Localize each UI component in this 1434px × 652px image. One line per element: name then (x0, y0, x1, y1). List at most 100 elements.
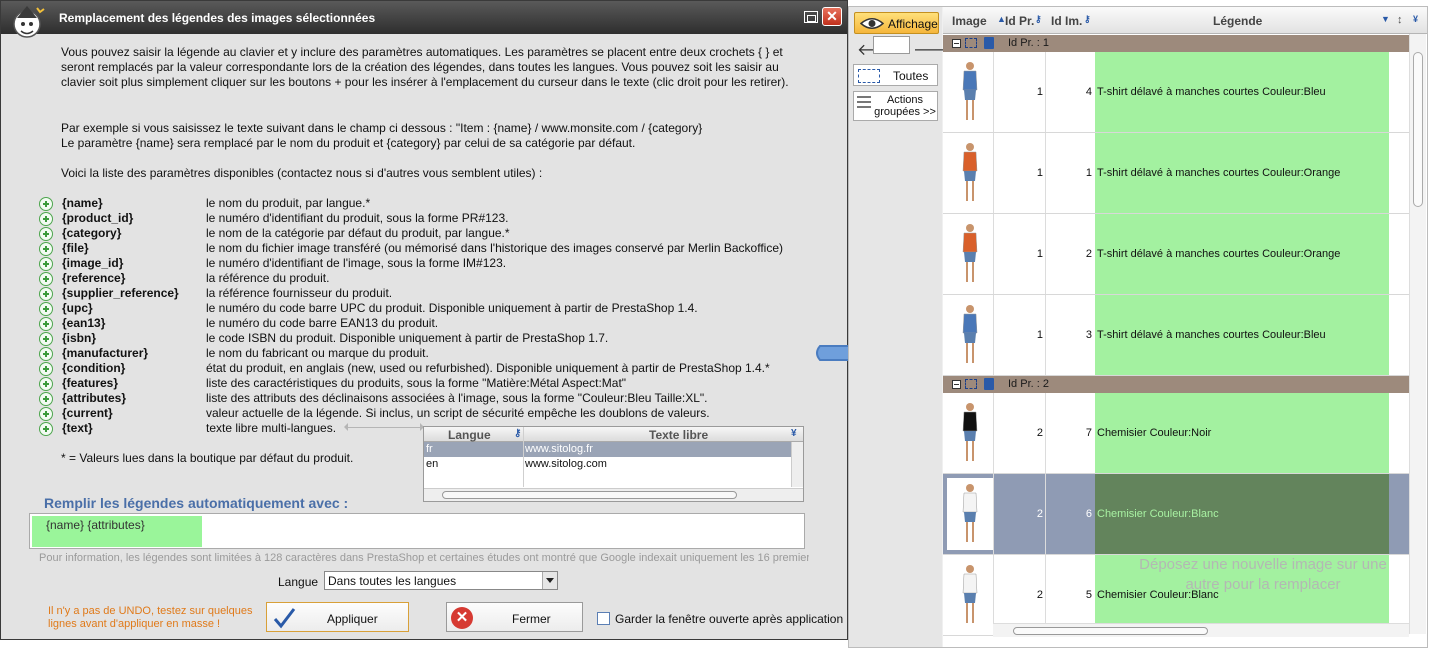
product-thumbnail[interactable] (947, 56, 993, 128)
lang-text[interactable]: www.sitolog.com (525, 458, 607, 470)
page-input[interactable] (873, 36, 910, 54)
col-header-language[interactable]: Langue (448, 428, 491, 442)
lang-row[interactable]: fr www.sitolog.fr (424, 442, 791, 457)
image-row[interactable]: 1 3 T-shirt délavé à manches courtes Coule… (943, 295, 1409, 376)
language-select[interactable]: Dans toutes les langues (324, 571, 558, 590)
scroll-thumb[interactable] (1013, 627, 1208, 635)
cell-legend[interactable]: T-shirt délavé à manches courtes Couleur… (1095, 214, 1389, 294)
add-param-icon[interactable] (39, 377, 53, 391)
cell-id-product[interactable]: 1 (993, 52, 1045, 132)
group-header-row[interactable]: Id Pr. : 2 (943, 376, 1409, 393)
col-header-id-pr[interactable]: Id Pr. (1005, 14, 1034, 28)
chevron-down-icon[interactable] (542, 572, 557, 589)
add-param-icon[interactable] (39, 392, 53, 406)
collapse-icon[interactable] (952, 380, 961, 389)
add-param-icon[interactable] (39, 227, 53, 241)
param-description: la référence fournisseur du produit. (206, 286, 393, 300)
add-param-icon[interactable] (39, 212, 53, 226)
lang-row[interactable]: en www.sitolog.com (424, 457, 791, 472)
lang-grid-horizontal-scrollbar[interactable] (424, 488, 803, 501)
add-param-icon[interactable] (39, 257, 53, 271)
add-param-icon[interactable] (39, 197, 53, 211)
param-row: {condition} état du produit, en anglais (… (39, 361, 829, 376)
add-param-icon[interactable] (39, 332, 53, 346)
cell-legend[interactable]: T-shirt délavé à manches courtes Couleur… (1095, 52, 1389, 132)
add-param-icon[interactable] (39, 362, 53, 376)
add-param-icon[interactable] (39, 272, 53, 286)
selection-icon[interactable] (965, 379, 977, 389)
keep-open-label[interactable]: Garder la fenêtre ouverte après applicat… (615, 612, 843, 626)
cell-id-product[interactable]: 1 (993, 214, 1045, 294)
add-param-icon[interactable] (39, 407, 53, 421)
trash-icon[interactable] (984, 378, 994, 390)
image-row[interactable]: 1 4 T-shirt délavé à manches courtes Coule… (943, 52, 1409, 133)
sort-toggle-icon[interactable]: ↕ (1397, 14, 1403, 26)
col-header-image[interactable]: Image (952, 14, 987, 28)
free-text-language-grid[interactable]: Langue ⚷ Texte libre ¥ fr www.sitolog.fr… (423, 426, 804, 502)
select-all-button[interactable]: Toutes (853, 64, 938, 86)
cell-id-image[interactable]: 7 (1045, 393, 1095, 473)
grid-header: Image ▲ Id Pr. ⚷ Id Im. ⚷ Légende ▼ ↕ ¥ (943, 7, 1427, 34)
product-thumbnail[interactable] (947, 397, 993, 469)
cell-id-product[interactable]: 1 (993, 133, 1045, 213)
cell-id-product[interactable]: 2 (993, 393, 1045, 473)
cell-id-image[interactable]: 1 (1045, 133, 1095, 213)
bulk-actions-button[interactable]: Actions groupées >> (853, 91, 938, 121)
image-row[interactable]: 1 1 T-shirt délavé à manches courtes Coule… (943, 133, 1409, 214)
display-button[interactable]: Affichage (854, 12, 939, 34)
add-param-icon[interactable] (39, 317, 53, 331)
add-param-icon[interactable] (39, 242, 53, 256)
col-header-free-text[interactable]: Texte libre (649, 428, 708, 442)
close-button[interactable]: ✕ Fermer (446, 602, 583, 632)
product-thumbnail[interactable] (947, 559, 993, 631)
col-header-id-im[interactable]: Id Im. (1051, 14, 1082, 28)
restore-window-button[interactable] (804, 11, 818, 23)
scroll-thumb[interactable] (1413, 52, 1423, 207)
product-thumbnail[interactable] (947, 137, 993, 209)
add-param-icon[interactable] (39, 347, 53, 361)
product-thumbnail[interactable] (947, 478, 993, 550)
grid-horizontal-scrollbar[interactable] (993, 623, 1409, 637)
lang-text[interactable]: www.sitolog.fr (525, 443, 593, 455)
undo-warning: Il n'y a pas de UNDO, testez sur quelque… (48, 605, 253, 630)
cell-id-product[interactable]: 2 (993, 474, 1045, 554)
add-param-icon[interactable] (39, 287, 53, 301)
cell-id-image[interactable]: 3 (1045, 295, 1095, 375)
trash-icon[interactable] (984, 37, 994, 49)
cell-id-image[interactable]: 6 (1045, 474, 1095, 554)
param-name: {product_id} (62, 211, 134, 225)
cell-id-product[interactable]: 1 (993, 295, 1045, 375)
add-param-icon[interactable] (39, 422, 53, 436)
info-text: Pour information, les légendes sont limi… (39, 552, 809, 564)
keep-open-checkbox[interactable] (597, 612, 610, 625)
product-thumbnail[interactable] (947, 299, 993, 371)
product-thumbnail[interactable] (947, 218, 993, 290)
dialog-titlebar[interactable]: Remplacement des légendes des images sél… (1, 1, 847, 38)
collapse-icon[interactable] (952, 39, 961, 48)
image-grid[interactable]: Image ▲ Id Pr. ⚷ Id Im. ⚷ Légende ▼ ↕ ¥ … (943, 7, 1427, 647)
image-row[interactable]: 2 6 Chemisier Couleur:Blanc (943, 474, 1409, 555)
cell-legend[interactable]: T-shirt délavé à manches courtes Couleur… (1095, 295, 1389, 375)
close-window-button[interactable]: ✕ (822, 7, 842, 26)
param-description: le nom du fabricant ou marque du produit… (206, 346, 429, 360)
chevron-down-icon[interactable]: ¥ (791, 428, 797, 439)
scroll-thumb[interactable] (442, 491, 737, 499)
filter-icon[interactable]: ▼ (1381, 14, 1390, 24)
lang-grid-vertical-scrollbar[interactable] (791, 442, 803, 487)
cell-id-image[interactable]: 4 (1045, 52, 1095, 132)
cell-id-image[interactable]: 2 (1045, 214, 1095, 294)
group-header-row[interactable]: Id Pr. : 1 (943, 35, 1409, 52)
cell-legend[interactable]: T-shirt délavé à manches courtes Couleur… (1095, 133, 1389, 213)
caption-template-input[interactable]: {name} {attributes} (29, 513, 805, 549)
grid-vertical-scrollbar[interactable] (1409, 34, 1426, 634)
cell-legend[interactable]: Chemisier Couleur:Blanc (1095, 474, 1389, 554)
resize-arrow-icon[interactable] (344, 423, 424, 431)
selection-icon[interactable] (965, 38, 977, 48)
image-row[interactable]: 2 7 Chemisier Couleur:Noir (943, 393, 1409, 474)
add-param-icon[interactable] (39, 302, 53, 316)
apply-button[interactable]: Appliquer (266, 602, 409, 632)
col-header-legende[interactable]: Légende (1213, 14, 1262, 28)
cell-legend[interactable]: Chemisier Couleur:Noir (1095, 393, 1389, 473)
chevron-down-icon[interactable]: ¥ (1413, 14, 1418, 24)
image-row[interactable]: 1 2 T-shirt délavé à manches courtes Coule… (943, 214, 1409, 295)
